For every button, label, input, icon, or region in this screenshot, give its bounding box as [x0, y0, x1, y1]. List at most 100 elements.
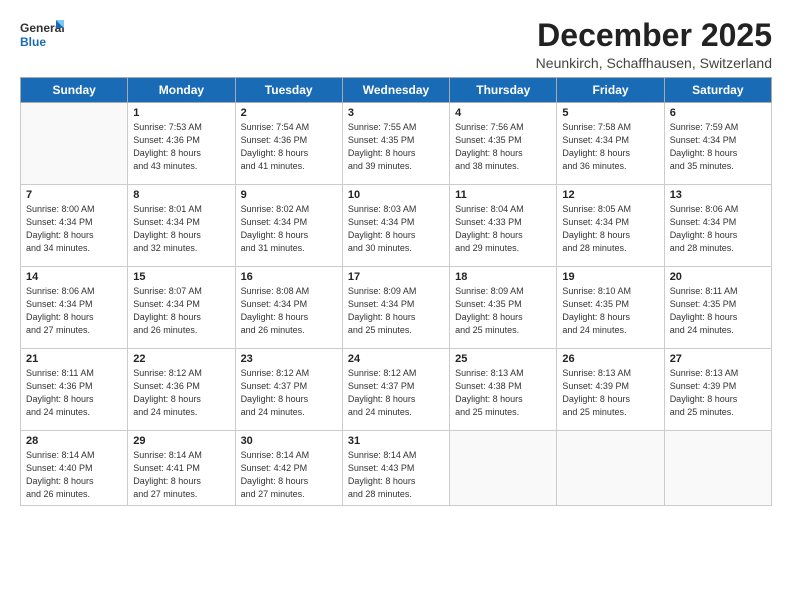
- cell-info: Sunrise: 8:13 AM Sunset: 4:39 PM Dayligh…: [562, 367, 658, 419]
- day-number: 26: [562, 353, 658, 365]
- cal-cell: 15Sunrise: 8:07 AM Sunset: 4:34 PM Dayli…: [128, 267, 235, 349]
- cell-info: Sunrise: 8:13 AM Sunset: 4:39 PM Dayligh…: [670, 367, 766, 419]
- cell-info: Sunrise: 8:12 AM Sunset: 4:37 PM Dayligh…: [348, 367, 444, 419]
- cal-cell: 21 Sunrise: 8:11 AM Sunset: 4:36 PM Dayli…: [21, 349, 128, 431]
- cell-info: Sunrise: 7:58 AM Sunset: 4:34 PM Dayligh…: [562, 121, 658, 173]
- day-number: 10: [348, 189, 444, 201]
- cal-cell: [557, 431, 664, 506]
- cal-cell: 20 Sunrise: 8:11 AM Sunset: 4:35 PM Dayli…: [664, 267, 771, 349]
- day-number: 7: [26, 189, 122, 201]
- page-title: December 2025: [536, 18, 772, 53]
- day-number: 5: [562, 107, 658, 119]
- day-number: 27: [670, 353, 766, 365]
- cal-cell: 3 Sunrise: 7:55 AM Sunset: 4:35 PM Daylig…: [342, 103, 449, 185]
- day-number: 22: [133, 353, 229, 365]
- cal-cell: 18 Sunrise: 8:09 AM Sunset: 4:35 PM Dayli…: [450, 267, 557, 349]
- cell-info: Sunrise: 8:11 AM Sunset: 4:35 PM Dayligh…: [670, 285, 766, 337]
- page-subtitle: Neunkirch, Schaffhausen, Switzerland: [536, 55, 772, 71]
- day-number: 14: [26, 271, 122, 283]
- cell-info: Sunrise: 8:02 AM Sunset: 4:34 PM Dayligh…: [241, 203, 337, 255]
- cell-info: Sunrise: 8:14 AM Sunset: 4:40 PM Dayligh…: [26, 449, 122, 501]
- title-area: December 2025 Neunkirch, Schaffhausen, S…: [536, 18, 772, 71]
- cal-cell: 24Sunrise: 8:12 AM Sunset: 4:37 PM Dayli…: [342, 349, 449, 431]
- cell-info: Sunrise: 8:12 AM Sunset: 4:36 PM Dayligh…: [133, 367, 229, 419]
- cal-cell: 11 Sunrise: 8:04 AM Sunset: 4:33 PM Dayli…: [450, 185, 557, 267]
- header-area: General Blue December 2025 Neunkirch, Sc…: [20, 18, 772, 71]
- cell-info: Sunrise: 7:59 AM Sunset: 4:34 PM Dayligh…: [670, 121, 766, 173]
- cal-cell: 30 Sunrise: 8:14 AM Sunset: 4:42 PM Dayli…: [235, 431, 342, 506]
- cell-info: Sunrise: 7:55 AM Sunset: 4:35 PM Dayligh…: [348, 121, 444, 173]
- cell-info: Sunrise: 8:06 AM Sunset: 4:34 PM Dayligh…: [26, 285, 122, 337]
- cell-info: Sunrise: 8:11 AM Sunset: 4:36 PM Dayligh…: [26, 367, 122, 419]
- cell-info: Sunrise: 8:14 AM Sunset: 4:43 PM Dayligh…: [348, 449, 444, 501]
- day-number: 4: [455, 107, 551, 119]
- day-number: 30: [241, 435, 337, 447]
- cell-info: Sunrise: 8:14 AM Sunset: 4:41 PM Dayligh…: [133, 449, 229, 501]
- logo: General Blue: [20, 18, 64, 54]
- cal-cell: 22 Sunrise: 8:12 AM Sunset: 4:36 PM Dayli…: [128, 349, 235, 431]
- cal-cell: 7 Sunrise: 8:00 AM Sunset: 4:34 PM Daylig…: [21, 185, 128, 267]
- cell-info: Sunrise: 8:09 AM Sunset: 4:35 PM Dayligh…: [455, 285, 551, 337]
- cal-cell: 26 Sunrise: 8:13 AM Sunset: 4:39 PM Dayli…: [557, 349, 664, 431]
- day-number: 17: [348, 271, 444, 283]
- cell-info: Sunrise: 8:07 AM Sunset: 4:34 PM Dayligh…: [133, 285, 229, 337]
- day-number: 13: [670, 189, 766, 201]
- day-number: 20: [670, 271, 766, 283]
- svg-text:Blue: Blue: [20, 35, 46, 49]
- cell-info: Sunrise: 8:12 AM Sunset: 4:37 PM Dayligh…: [241, 367, 337, 419]
- cal-cell: 25Sunrise: 8:13 AM Sunset: 4:38 PM Dayli…: [450, 349, 557, 431]
- cal-cell: 4Sunrise: 7:56 AM Sunset: 4:35 PM Daylig…: [450, 103, 557, 185]
- cal-cell: [450, 431, 557, 506]
- cell-info: Sunrise: 8:01 AM Sunset: 4:34 PM Dayligh…: [133, 203, 229, 255]
- cal-cell: 29 Sunrise: 8:14 AM Sunset: 4:41 PM Dayli…: [128, 431, 235, 506]
- day-number: 21: [26, 353, 122, 365]
- cell-info: Sunrise: 7:53 AM Sunset: 4:36 PM Dayligh…: [133, 121, 229, 173]
- cell-info: Sunrise: 8:05 AM Sunset: 4:34 PM Dayligh…: [562, 203, 658, 255]
- cal-cell: 12 Sunrise: 8:05 AM Sunset: 4:34 PM Dayli…: [557, 185, 664, 267]
- day-number: 25: [455, 353, 551, 365]
- cal-cell: 27 Sunrise: 8:13 AM Sunset: 4:39 PM Dayli…: [664, 349, 771, 431]
- day-header-sunday: Sunday: [21, 78, 128, 103]
- day-header-monday: Monday: [128, 78, 235, 103]
- cell-info: Sunrise: 8:08 AM Sunset: 4:34 PM Dayligh…: [241, 285, 337, 337]
- day-header-wednesday: Wednesday: [342, 78, 449, 103]
- day-number: 23: [241, 353, 337, 365]
- cal-cell: 1Sunrise: 7:53 AM Sunset: 4:36 PM Daylig…: [128, 103, 235, 185]
- day-header-thursday: Thursday: [450, 78, 557, 103]
- day-number: 2: [241, 107, 337, 119]
- cal-cell: 8 Sunrise: 8:01 AM Sunset: 4:34 PM Daylig…: [128, 185, 235, 267]
- cell-info: Sunrise: 8:04 AM Sunset: 4:33 PM Dayligh…: [455, 203, 551, 255]
- day-header-friday: Friday: [557, 78, 664, 103]
- calendar-page: General Blue December 2025 Neunkirch, Sc…: [0, 0, 792, 612]
- day-number: 6: [670, 107, 766, 119]
- day-number: 29: [133, 435, 229, 447]
- day-number: 16: [241, 271, 337, 283]
- cell-info: Sunrise: 8:06 AM Sunset: 4:34 PM Dayligh…: [670, 203, 766, 255]
- calendar-table: SundayMondayTuesdayWednesdayThursdayFrid…: [20, 77, 772, 506]
- cal-cell: 17Sunrise: 8:09 AM Sunset: 4:34 PM Dayli…: [342, 267, 449, 349]
- day-number: 11: [455, 189, 551, 201]
- cal-cell: 9Sunrise: 8:02 AM Sunset: 4:34 PM Daylig…: [235, 185, 342, 267]
- cal-cell: 14 Sunrise: 8:06 AM Sunset: 4:34 PM Dayli…: [21, 267, 128, 349]
- cal-cell: 16 Sunrise: 8:08 AM Sunset: 4:34 PM Dayli…: [235, 267, 342, 349]
- cal-cell: 2 Sunrise: 7:54 AM Sunset: 4:36 PM Daylig…: [235, 103, 342, 185]
- cell-info: Sunrise: 8:14 AM Sunset: 4:42 PM Dayligh…: [241, 449, 337, 501]
- day-number: 12: [562, 189, 658, 201]
- cell-info: Sunrise: 7:54 AM Sunset: 4:36 PM Dayligh…: [241, 121, 337, 173]
- day-number: 19: [562, 271, 658, 283]
- cal-cell: 28 Sunrise: 8:14 AM Sunset: 4:40 PM Dayli…: [21, 431, 128, 506]
- day-number: 28: [26, 435, 122, 447]
- logo-icon: General Blue: [20, 18, 64, 54]
- day-number: 18: [455, 271, 551, 283]
- cell-info: Sunrise: 8:00 AM Sunset: 4:34 PM Dayligh…: [26, 203, 122, 255]
- cal-cell: 13 Sunrise: 8:06 AM Sunset: 4:34 PM Dayli…: [664, 185, 771, 267]
- cal-cell: 10 Sunrise: 8:03 AM Sunset: 4:34 PM Dayli…: [342, 185, 449, 267]
- day-header-tuesday: Tuesday: [235, 78, 342, 103]
- day-number: 3: [348, 107, 444, 119]
- day-number: 8: [133, 189, 229, 201]
- cal-cell: 5 Sunrise: 7:58 AM Sunset: 4:34 PM Daylig…: [557, 103, 664, 185]
- cal-cell: 23 Sunrise: 8:12 AM Sunset: 4:37 PM Dayli…: [235, 349, 342, 431]
- header-row: SundayMondayTuesdayWednesdayThursdayFrid…: [21, 78, 772, 103]
- day-header-saturday: Saturday: [664, 78, 771, 103]
- cell-info: Sunrise: 8:03 AM Sunset: 4:34 PM Dayligh…: [348, 203, 444, 255]
